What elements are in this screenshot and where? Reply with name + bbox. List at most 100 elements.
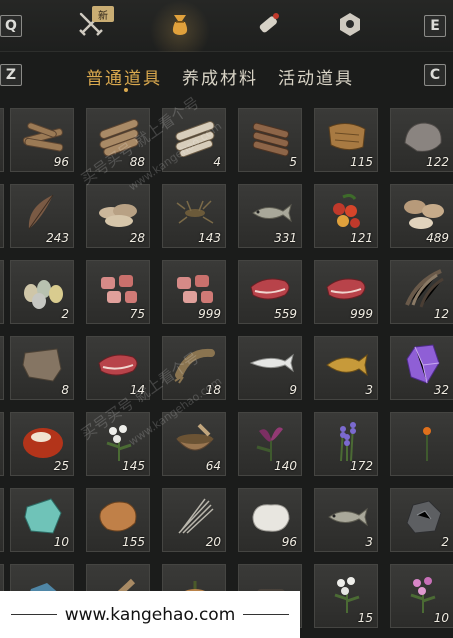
item-count: 172 xyxy=(350,459,373,473)
inventory-slot[interactable]: 559 xyxy=(238,260,302,324)
item-count: 3 xyxy=(365,383,373,397)
item-count: 999 xyxy=(350,307,373,321)
inventory-slot[interactable]: 4 xyxy=(162,108,226,172)
inventory-slot[interactable]: 10 xyxy=(10,488,74,552)
inventory-slot[interactable]: 145 xyxy=(86,412,150,476)
offscreen-slot xyxy=(0,488,4,552)
prev-subtab-key[interactable]: Z xyxy=(0,64,22,86)
prev-category-key[interactable]: Q xyxy=(0,15,22,37)
inventory-slot[interactable]: 122 xyxy=(390,108,453,172)
item-count: 2 xyxy=(61,307,69,321)
inventory-slot[interactable]: 12 xyxy=(390,260,453,324)
item-count: 25 xyxy=(53,459,69,473)
inventory-slot[interactable]: 140 xyxy=(238,412,302,476)
item-count: 145 xyxy=(122,459,145,473)
inventory-slot[interactable]: 172 xyxy=(314,412,378,476)
item-count: 3 xyxy=(365,535,373,549)
item-count: 155 xyxy=(122,535,145,549)
offscreen-slot xyxy=(0,412,4,476)
inventory-slot[interactable]: 18 xyxy=(162,336,226,400)
category-tab-items[interactable] xyxy=(160,8,200,44)
subtab-materials[interactable]: 养成材料 xyxy=(182,64,258,89)
item-count: 10 xyxy=(433,611,449,625)
offscreen-slot xyxy=(0,260,4,324)
inventory-slot[interactable]: 20 xyxy=(162,488,226,552)
item-count: 5 xyxy=(289,155,297,169)
item-count: 14 xyxy=(129,383,145,397)
item-count: 15 xyxy=(357,611,373,625)
item-count: 489 xyxy=(426,231,449,245)
item-count: 8 xyxy=(61,383,69,397)
category-bar: Q E 新 xyxy=(0,0,453,52)
inventory-slot[interactable]: 8 xyxy=(10,336,74,400)
offscreen-slot xyxy=(0,184,4,248)
item-count: 20 xyxy=(205,535,221,549)
offscreen-slot xyxy=(0,108,4,172)
inventory-slot[interactable]: 2 xyxy=(10,260,74,324)
inventory-slot[interactable]: 64 xyxy=(162,412,226,476)
inventory-slot[interactable]: 88 xyxy=(86,108,150,172)
item-count: 96 xyxy=(53,155,69,169)
item-count: 4 xyxy=(213,155,221,169)
item-count: 10 xyxy=(53,535,69,549)
next-category-key[interactable]: E xyxy=(424,15,446,37)
banner-divider xyxy=(10,614,57,615)
item-count: 140 xyxy=(274,459,297,473)
inventory-slot[interactable]: 3 xyxy=(314,336,378,400)
item-count: 999 xyxy=(198,307,221,321)
item-count: 331 xyxy=(274,231,297,245)
inventory-slot[interactable]: 3 xyxy=(314,488,378,552)
item-count: 143 xyxy=(198,231,221,245)
item-count: 243 xyxy=(46,231,69,245)
inventory-slot[interactable]: 143 xyxy=(162,184,226,248)
next-subtab-key[interactable]: C xyxy=(424,64,446,86)
inventory-slot[interactable]: 96 xyxy=(10,108,74,172)
subtab-event-items[interactable]: 活动道具 xyxy=(278,64,354,89)
inventory-slot[interactable]: 331 xyxy=(238,184,302,248)
inventory-slot[interactable]: 121 xyxy=(314,184,378,248)
inventory-slot[interactable]: 15 xyxy=(314,564,378,628)
banner-divider xyxy=(243,614,290,615)
inventory-slot[interactable]: 115 xyxy=(314,108,378,172)
item-count: 32 xyxy=(433,383,449,397)
item-count: 122 xyxy=(426,155,449,169)
inventory-slot[interactable]: 5 xyxy=(238,108,302,172)
inventory-slot[interactable]: 14 xyxy=(86,336,150,400)
item-count: 75 xyxy=(129,307,145,321)
category-tab-scrolls[interactable] xyxy=(248,8,288,44)
item-count: 64 xyxy=(205,459,221,473)
item-count: 96 xyxy=(281,535,297,549)
inventory-slot[interactable]: 243 xyxy=(10,184,74,248)
inventory-slot[interactable]: 155 xyxy=(86,488,150,552)
item-count: 115 xyxy=(350,155,373,169)
inventory-slot[interactable]: 10 xyxy=(390,564,453,628)
inventory-slot[interactable]: 32 xyxy=(390,336,453,400)
inventory-slot[interactable]: 28 xyxy=(86,184,150,248)
inventory-slot[interactable]: 25 xyxy=(10,412,74,476)
item-count: 2 xyxy=(441,535,449,549)
inventory-slot[interactable] xyxy=(390,412,453,476)
inventory-grid: 96 88 4 5 115 122 243 28 143 331 121 489 2 75 999 559 99… xyxy=(0,104,453,638)
scroll-icon xyxy=(254,10,282,42)
inventory-slot[interactable]: 999 xyxy=(162,260,226,324)
category-tab-gems[interactable] xyxy=(330,8,370,44)
offscreen-slot xyxy=(0,336,4,400)
item-count: 28 xyxy=(129,231,145,245)
item-count: 9 xyxy=(289,383,297,397)
watermark-banner: www.kangehao.com xyxy=(0,591,300,638)
inventory-slot[interactable]: 96 xyxy=(238,488,302,552)
inventory-slot[interactable]: 75 xyxy=(86,260,150,324)
subtab-bar: Z C 普通道具 养成材料 活动道具 xyxy=(0,52,453,102)
inventory-slot[interactable]: 489 xyxy=(390,184,453,248)
inventory-slot[interactable]: 2 xyxy=(390,488,453,552)
active-subtab-dot xyxy=(124,88,128,92)
item-count: 12 xyxy=(433,307,449,321)
watermark-banner-text: www.kangehao.com xyxy=(64,604,236,625)
gem-icon xyxy=(336,10,364,42)
subtab-common-items[interactable]: 普通道具 xyxy=(86,64,162,89)
item-count: 88 xyxy=(129,155,145,169)
new-badge: 新 xyxy=(92,6,114,22)
inventory-slot[interactable]: 999 xyxy=(314,260,378,324)
inventory-slot[interactable]: 9 xyxy=(238,336,302,400)
item-count: 559 xyxy=(274,307,297,321)
